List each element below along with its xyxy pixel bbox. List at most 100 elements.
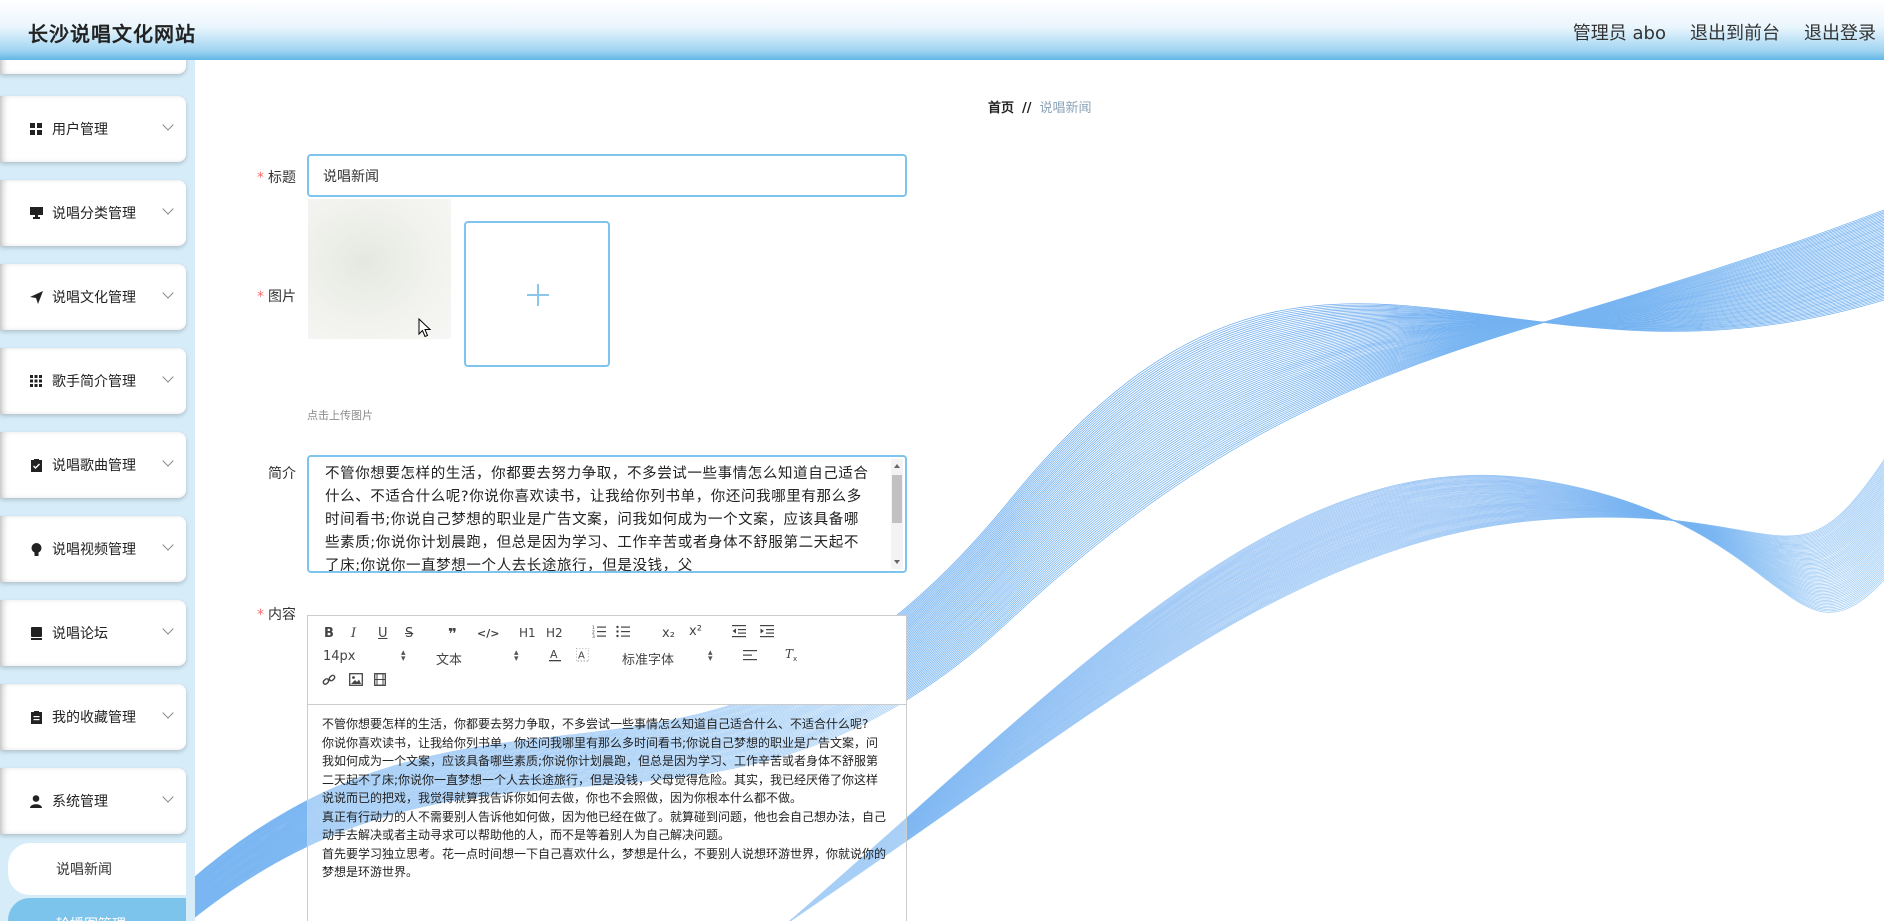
admin-user-label[interactable]: 管理员 abo bbox=[1573, 19, 1666, 45]
ordered-list-icon[interactable]: 123 bbox=[592, 624, 606, 642]
breadcrumb-separator: // bbox=[1022, 101, 1032, 116]
top-header: 长沙说唱文化网站 管理员 abo 退出到前台 退出登录 bbox=[0, 0, 1884, 60]
sidebar-item-culture-management[interactable]: 说唱文化管理 bbox=[0, 264, 186, 330]
sidebar-item-category-management[interactable]: 说唱分类管理 bbox=[0, 180, 186, 246]
header-actions: 管理员 abo 退出到前台 退出登录 bbox=[1573, 19, 1876, 45]
sidebar-item-label: 说唱文化管理 bbox=[52, 290, 136, 306]
link-icon[interactable] bbox=[322, 673, 336, 691]
bullet-list-icon[interactable] bbox=[616, 624, 630, 642]
image-label: * 图片 bbox=[257, 289, 296, 305]
breadcrumb-current: 说唱新闻 bbox=[1039, 101, 1092, 116]
sidebar-item-label: 说唱分类管理 bbox=[52, 206, 136, 222]
italic-button[interactable]: I bbox=[351, 626, 356, 641]
image-upload-button[interactable] bbox=[464, 221, 610, 367]
sidebar-item-forum[interactable]: 说唱论坛 bbox=[0, 600, 186, 666]
editor-paragraph: 不管你想要怎样的生活，你都要去努力争取，不多尝试一些事情怎么知道自己适合什么、不… bbox=[322, 717, 869, 731]
chevron-down-icon bbox=[162, 371, 174, 383]
sidebar-item-singer-management[interactable]: 歌手简介管理 bbox=[0, 348, 186, 414]
heading1-button[interactable]: H1 bbox=[519, 626, 536, 640]
svg-text:3: 3 bbox=[592, 634, 595, 638]
sidebar-item-label: 说唱论坛 bbox=[52, 626, 108, 642]
chevron-down-icon bbox=[162, 539, 174, 551]
grid-icon bbox=[28, 121, 44, 137]
font-family-select[interactable]: 标准字体 ▴ ▾ bbox=[622, 648, 718, 668]
mouse-cursor-icon bbox=[418, 318, 432, 338]
image-icon[interactable] bbox=[349, 673, 363, 690]
book-icon bbox=[28, 625, 44, 641]
superscript-button[interactable]: x² bbox=[689, 624, 702, 639]
breadcrumb: 首页 // 说唱新闻 bbox=[988, 97, 1092, 116]
breadcrumb-home[interactable]: 首页 bbox=[988, 101, 1014, 116]
sidebar-item-label: 说唱歌曲管理 bbox=[52, 458, 136, 474]
editor-content[interactable]: 不管你想要怎样的生活，你都要去努力争取，不多尝试一些事情怎么知道自己适合什么、不… bbox=[308, 705, 906, 882]
editor-paragraph: 真正有行动力的人不需要别人告诉他如何做，因为他已经在做了。就算碰到问题，他也会自… bbox=[322, 809, 887, 843]
video-icon[interactable] bbox=[374, 673, 386, 690]
sidebar-item-label: 系统管理 bbox=[52, 794, 108, 810]
code-block-button[interactable]: </> bbox=[477, 627, 499, 640]
intro-label: 简介 bbox=[268, 466, 296, 482]
scroll-down-icon[interactable] bbox=[894, 560, 900, 564]
indent-icon[interactable] bbox=[760, 624, 774, 642]
sidebar-item-user-management[interactable]: 用户管理 bbox=[0, 96, 186, 162]
scrollbar-thumb[interactable] bbox=[892, 475, 902, 523]
scroll-up-icon[interactable] bbox=[894, 464, 900, 468]
sidebar-subitem-rap-news[interactable]: 说唱新闻 bbox=[8, 843, 186, 895]
outdent-icon[interactable] bbox=[732, 624, 746, 642]
monitor-icon bbox=[28, 205, 44, 221]
user-icon bbox=[28, 793, 44, 809]
chevron-down-icon bbox=[162, 455, 174, 467]
sidebar-item-label: 用户管理 bbox=[52, 122, 108, 138]
chevron-down-icon bbox=[162, 623, 174, 635]
sidebar-item-label: 歌手简介管理 bbox=[52, 374, 136, 390]
chevron-down-icon bbox=[162, 203, 174, 215]
heading2-button[interactable]: H2 bbox=[546, 626, 563, 640]
align-icon[interactable] bbox=[743, 649, 757, 665]
sidebar-item-video-management[interactable]: 说唱视频管理 bbox=[0, 516, 186, 582]
strike-button[interactable]: S bbox=[405, 626, 413, 641]
required-mark: * bbox=[257, 289, 264, 305]
back-to-front-link[interactable]: 退出到前台 bbox=[1690, 19, 1780, 45]
rich-text-editor: B I U S ❞ </> H1 H2 123 x₂ x² 14px ▴ ▾ 文… bbox=[307, 615, 907, 921]
chevron-down-icon bbox=[162, 119, 174, 131]
clipboard-check-icon bbox=[28, 457, 44, 473]
document-icon bbox=[28, 709, 44, 725]
blockquote-button[interactable]: ❞ bbox=[448, 625, 457, 643]
underline-button[interactable]: U bbox=[378, 626, 388, 641]
upload-hint: 点击上传图片 bbox=[307, 409, 373, 422]
editor-paragraph: 首先要学习独立思考。花一点时间想一下自己喜欢什么，梦想是什么，不要别人说想环游世… bbox=[322, 846, 887, 880]
background-color-icon[interactable]: A bbox=[575, 647, 590, 666]
svg-text:A: A bbox=[578, 651, 585, 662]
editor-toolbar: B I U S ❞ </> H1 H2 123 x₂ x² 14px ▴ ▾ 文… bbox=[308, 616, 906, 705]
editor-paragraph: 你说你喜欢读书，让我给你列书单，你还问我哪里有那么多时间看书;你说自己梦想的职业… bbox=[322, 735, 879, 806]
chevron-down-icon bbox=[162, 287, 174, 299]
sidebar-subitem-carousel-management[interactable]: 轮播图管理 bbox=[8, 898, 186, 921]
chevron-down-icon bbox=[162, 707, 174, 719]
chevron-down-icon bbox=[162, 791, 174, 803]
subscript-button[interactable]: x₂ bbox=[662, 626, 675, 641]
bulb-icon bbox=[28, 541, 44, 557]
intro-text: 不管你想要怎样的生活，你都要去努力争取，不多尝试一些事情怎么知道自己适合什么、不… bbox=[325, 466, 869, 573]
sidebar-item-label: 我的收藏管理 bbox=[52, 710, 136, 726]
required-mark: * bbox=[257, 607, 264, 623]
site-title: 长沙说唱文化网站 bbox=[28, 22, 196, 46]
block-format-select[interactable]: 文本 ▴ ▾ bbox=[436, 648, 522, 668]
font-size-select[interactable]: 14px ▴ ▾ bbox=[323, 648, 409, 664]
sidebar-item-top-partial[interactable] bbox=[0, 60, 186, 74]
send-icon bbox=[28, 289, 44, 305]
logout-link[interactable]: 退出登录 bbox=[1804, 19, 1876, 45]
apps-icon bbox=[28, 373, 44, 389]
sidebar-item-favorites-management[interactable]: 我的收藏管理 bbox=[0, 684, 186, 750]
required-mark: * bbox=[257, 170, 264, 186]
intro-scrollbar[interactable] bbox=[891, 459, 903, 569]
sidebar-item-label: 说唱视频管理 bbox=[52, 542, 136, 558]
sidebar-item-song-management[interactable]: 说唱歌曲管理 bbox=[0, 432, 186, 498]
font-color-icon[interactable]: A bbox=[549, 648, 561, 666]
intro-textarea[interactable]: 不管你想要怎样的生活，你都要去努力争取，不多尝试一些事情怎么知道自己适合什么、不… bbox=[307, 455, 907, 573]
bold-button[interactable]: B bbox=[324, 626, 334, 641]
sidebar-item-system-management[interactable]: 系统管理 bbox=[0, 768, 186, 834]
title-input[interactable] bbox=[307, 154, 907, 197]
svg-text:A: A bbox=[550, 648, 558, 661]
svg-text:x: x bbox=[793, 655, 797, 661]
clear-format-icon[interactable]: Tx bbox=[785, 647, 799, 665]
sidebar: 用户管理 说唱分类管理 说唱文化管理 歌手简介管理 说唱歌曲管理 说唱视频管理 … bbox=[0, 60, 195, 921]
